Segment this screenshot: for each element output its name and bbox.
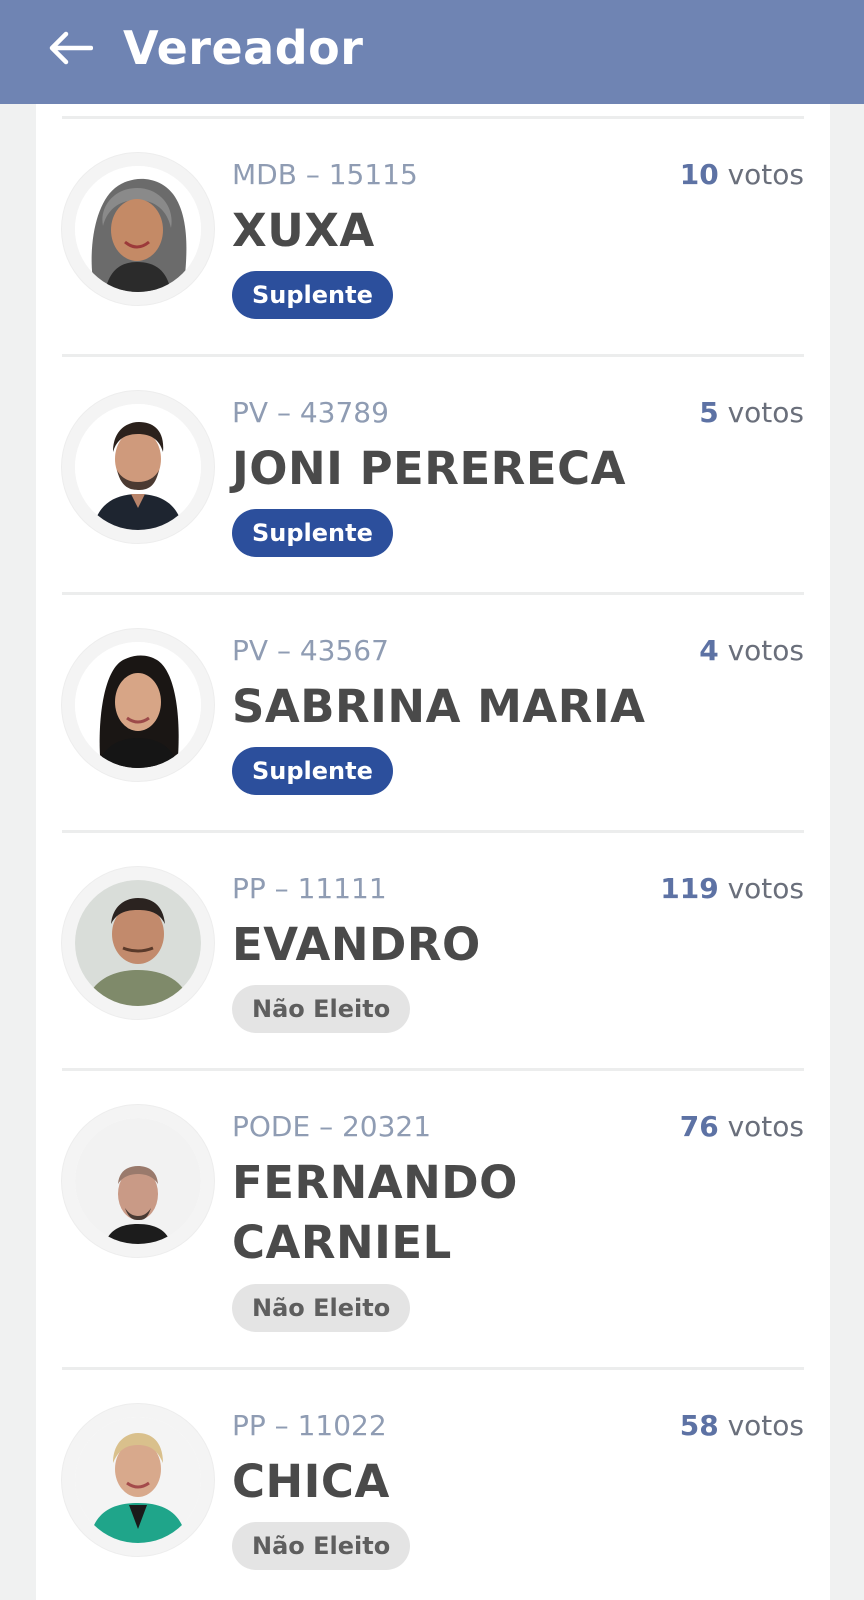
party-number: PP – 11111 (232, 872, 387, 905)
vote-count-number: 76 (679, 1110, 719, 1143)
candidate-avatar (62, 1105, 214, 1257)
candidate-avatar (62, 1404, 214, 1556)
vote-count-number: 58 (679, 1409, 719, 1442)
status-badge: Não Eleito (232, 1522, 411, 1570)
status-badge: Não Eleito (232, 985, 411, 1033)
candidate-card[interactable]: PP – 11111 119 votos EVANDRO Não Eleito (62, 830, 804, 1068)
candidate-name: XUXA (232, 204, 375, 257)
vote-count-label: votos (727, 396, 804, 429)
party-number: PV – 43789 (232, 396, 389, 429)
vote-count-number: 119 (660, 872, 719, 905)
candidate-card[interactable]: MDB – 15115 10 votos XUXA Suplente (62, 116, 804, 354)
status-badge: Suplente (232, 509, 393, 557)
vote-count-label: votos (727, 158, 804, 191)
candidate-photo (75, 1118, 201, 1244)
app-screen: Vereador MDB – 15115 10 votos XUXA Suple… (0, 0, 864, 1600)
party-number: PV – 43567 (232, 634, 389, 667)
candidate-avatar (62, 153, 214, 305)
top-app-bar: Vereador (0, 0, 864, 104)
party-number: PP – 11022 (232, 1409, 387, 1442)
page-title: Vereador (123, 21, 364, 75)
vote-count: 5 votos (699, 393, 804, 433)
candidate-list: MDB – 15115 10 votos XUXA Suplente PV – … (62, 116, 804, 1600)
vote-count: 119 votos (660, 869, 804, 909)
candidate-photo (75, 166, 201, 292)
status-badge: Suplente (232, 271, 393, 319)
candidate-name: JONI PERERECA (232, 442, 626, 495)
arrow-left-icon (49, 31, 93, 65)
vote-count-label: votos (727, 872, 804, 905)
candidate-name: SABRINA MARIA (232, 680, 646, 733)
candidate-avatar (62, 391, 214, 543)
vote-count: 76 votos (680, 1107, 804, 1147)
candidate-name: CHICA (232, 1455, 390, 1508)
party-number: MDB – 15115 (232, 158, 418, 191)
candidate-avatar (62, 867, 214, 1019)
candidate-avatar (62, 629, 214, 781)
vote-count-number: 5 (699, 396, 719, 429)
candidate-card[interactable]: PODE – 20321 76 votos FERNANDO CARNIEL N… (62, 1068, 804, 1367)
candidate-card[interactable]: PP – 11022 58 votos CHICA Não Eleito (62, 1367, 804, 1600)
candidate-photo (75, 1417, 201, 1543)
candidate-photo (75, 404, 201, 530)
candidate-card[interactable]: PV – 43789 5 votos JONI PERERECA Suplent… (62, 354, 804, 592)
candidate-photo (75, 880, 201, 1006)
vote-count: 10 votos (680, 155, 804, 195)
candidate-photo (75, 642, 201, 768)
candidate-card[interactable]: PV – 43567 4 votos SABRINA MARIA Suplent… (62, 592, 804, 830)
candidate-panel: MDB – 15115 10 votos XUXA Suplente PV – … (36, 104, 830, 1600)
vote-count-label: votos (727, 1409, 804, 1442)
vote-count-number: 10 (679, 158, 719, 191)
candidate-name: EVANDRO (232, 918, 481, 971)
status-badge: Não Eleito (232, 1284, 411, 1332)
vote-count-number: 4 (699, 634, 719, 667)
status-badge: Suplente (232, 747, 393, 795)
vote-count-label: votos (727, 1110, 804, 1143)
party-number: PODE – 20321 (232, 1110, 432, 1143)
vote-count-label: votos (727, 634, 804, 667)
vote-count: 4 votos (699, 631, 804, 671)
vote-count: 58 votos (680, 1406, 804, 1446)
back-button[interactable] (44, 24, 96, 72)
candidate-name: FERNANDO CARNIEL (232, 1156, 518, 1269)
